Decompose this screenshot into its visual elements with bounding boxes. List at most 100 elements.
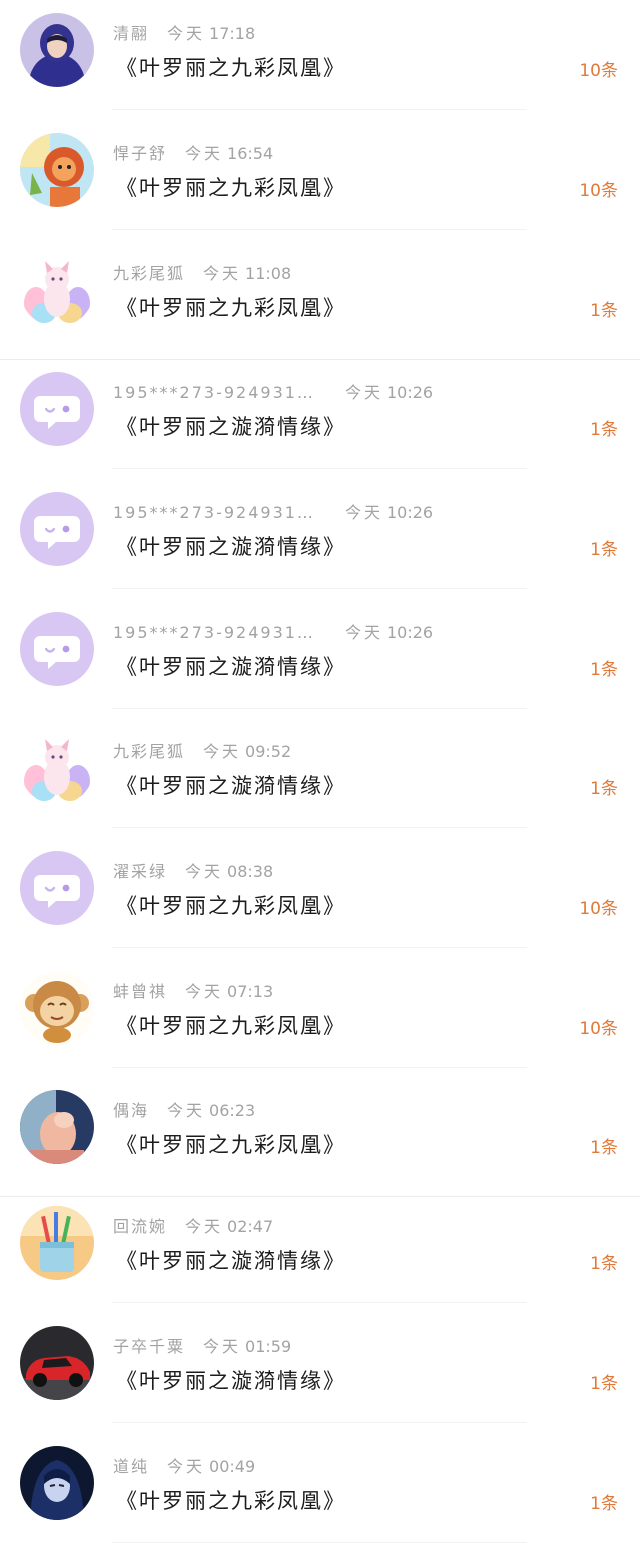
message-day: 今天 bbox=[344, 503, 383, 522]
message-count: 1条 bbox=[590, 779, 618, 799]
work-title[interactable]: 《叶罗丽之九彩凤凰》 bbox=[116, 890, 346, 920]
message-count: 10条 bbox=[579, 181, 618, 201]
message-count: 1条 bbox=[590, 660, 618, 680]
list-item[interactable]: 九彩尾狐 今天 11:08 《叶罗丽之九彩凤凰》 1条 bbox=[0, 240, 640, 360]
sender-name: 九彩尾狐 bbox=[113, 264, 186, 283]
list-item[interactable]: 195***273-924931… 今天 10:26 《叶罗丽之漩漪情缘》 1条 bbox=[0, 359, 640, 479]
work-title[interactable]: 《叶罗丽之九彩凤凰》 bbox=[116, 52, 346, 82]
message-day: 今天 bbox=[203, 1337, 242, 1356]
list-item[interactable]: 悍子舒 今天 16:54 《叶罗丽之九彩凤凰》 10条 bbox=[0, 120, 640, 240]
default-chat-bubble-avatar[interactable] bbox=[20, 851, 94, 925]
message-day: 今天 bbox=[185, 1217, 224, 1236]
default-chat-bubble-avatar[interactable] bbox=[20, 612, 94, 686]
work-title[interactable]: 《叶罗丽之漩漪情缘》 bbox=[116, 770, 346, 800]
message-count: 10条 bbox=[579, 1019, 618, 1039]
message-time: 10:26 bbox=[386, 503, 434, 522]
list-item[interactable]: 子卒千粟 今天 01:59 《叶罗丽之漩漪情缘》 1条 bbox=[0, 1313, 640, 1433]
message-day: 今天 bbox=[203, 742, 242, 761]
list-item[interactable]: 濯采绿 今天 08:38 《叶罗丽之九彩凤凰》 10条 bbox=[0, 838, 640, 958]
message-time: 11:08 bbox=[245, 264, 292, 283]
message-count: 1条 bbox=[590, 1138, 618, 1158]
hooded-person-avatar[interactable] bbox=[20, 13, 94, 87]
sender-name: 偶海 bbox=[113, 1101, 150, 1120]
row-divider bbox=[112, 468, 527, 469]
sender-name: 濯采绿 bbox=[113, 862, 168, 881]
work-title[interactable]: 《叶罗丽之漩漪情缘》 bbox=[116, 1245, 346, 1275]
message-count: 10条 bbox=[579, 61, 618, 81]
message-meta: 濯采绿 今天 08:38 bbox=[113, 858, 273, 882]
cartoon-lion-avatar[interactable] bbox=[20, 133, 94, 207]
sender-name: 九彩尾狐 bbox=[113, 742, 186, 761]
message-day: 今天 bbox=[344, 623, 383, 642]
work-title[interactable]: 《叶罗丽之漩漪情缘》 bbox=[116, 651, 346, 681]
pencil-cup-avatar[interactable] bbox=[20, 1206, 94, 1280]
list-item[interactable]: 回流婉 今天 02:47 《叶罗丽之漩漪情缘》 1条 bbox=[0, 1193, 640, 1313]
message-count: 1条 bbox=[590, 1254, 618, 1274]
sender-name: 195***273-924931… bbox=[113, 503, 315, 522]
work-title[interactable]: 《叶罗丽之九彩凤凰》 bbox=[116, 172, 346, 202]
work-title[interactable]: 《叶罗丽之九彩凤凰》 bbox=[116, 1485, 346, 1515]
message-day: 今天 bbox=[185, 862, 224, 881]
sender-name: 195***273-924931… bbox=[113, 383, 315, 402]
message-count: 1条 bbox=[590, 540, 618, 560]
row-divider bbox=[112, 109, 527, 110]
sender-name: 清翮 bbox=[113, 24, 150, 43]
photo-avatar[interactable] bbox=[20, 1090, 94, 1164]
message-time: 07:13 bbox=[227, 982, 274, 1001]
red-car-avatar[interactable] bbox=[20, 1326, 94, 1400]
message-time: 06:23 bbox=[209, 1101, 256, 1120]
row-divider bbox=[112, 588, 527, 589]
cartoon-monkey-avatar[interactable] bbox=[20, 971, 94, 1045]
message-count: 1条 bbox=[590, 1374, 618, 1394]
work-title[interactable]: 《叶罗丽之漩漪情缘》 bbox=[116, 1365, 346, 1395]
sender-name: 195***273-924931… bbox=[113, 623, 315, 642]
message-day: 今天 bbox=[167, 1457, 206, 1476]
message-day: 今天 bbox=[167, 24, 206, 43]
row-divider bbox=[112, 827, 527, 828]
work-title[interactable]: 《叶罗丽之九彩凤凰》 bbox=[116, 1129, 346, 1159]
row-divider bbox=[112, 229, 527, 230]
nine-tailed-fox-avatar[interactable] bbox=[20, 731, 94, 805]
message-list: 清翮 今天 17:18 《叶罗丽之九彩凤凰》 10条 悍子舒 今天 16:54 《叶罗丽… bbox=[0, 0, 640, 1543]
message-meta: 偶海 今天 06:23 bbox=[113, 1097, 255, 1121]
sender-name: 回流婉 bbox=[113, 1217, 168, 1236]
list-item[interactable]: 195***273-924931… 今天 10:26 《叶罗丽之漩漪情缘》 1条 bbox=[0, 479, 640, 599]
sender-name: 道纯 bbox=[113, 1457, 150, 1476]
message-meta: 道纯 今天 00:49 bbox=[113, 1453, 255, 1477]
message-count: 1条 bbox=[590, 420, 618, 440]
message-time: 08:38 bbox=[227, 862, 274, 881]
message-time: 16:54 bbox=[227, 144, 274, 163]
list-item[interactable]: 蚌曾祺 今天 07:13 《叶罗丽之九彩凤凰》 10条 bbox=[0, 958, 640, 1078]
list-item[interactable]: 九彩尾狐 今天 09:52 《叶罗丽之漩漪情缘》 1条 bbox=[0, 718, 640, 838]
list-item[interactable]: 道纯 今天 00:49 《叶罗丽之九彩凤凰》 1条 bbox=[0, 1433, 640, 1543]
message-time: 09:52 bbox=[245, 742, 292, 761]
message-meta: 195***273-924931… 今天 10:26 bbox=[113, 379, 433, 403]
message-time: 17:18 bbox=[209, 24, 256, 43]
message-meta: 蚌曾祺 今天 07:13 bbox=[113, 978, 273, 1002]
work-title[interactable]: 《叶罗丽之九彩凤凰》 bbox=[116, 1010, 346, 1040]
list-item[interactable]: 清翮 今天 17:18 《叶罗丽之九彩凤凰》 10条 bbox=[0, 0, 640, 120]
nine-tailed-fox-avatar[interactable] bbox=[20, 253, 94, 327]
anime-character-avatar[interactable] bbox=[20, 1446, 94, 1520]
list-item[interactable]: 偶海 今天 06:23 《叶罗丽之九彩凤凰》 1条 bbox=[0, 1077, 640, 1197]
message-day: 今天 bbox=[185, 982, 224, 1001]
message-time: 10:26 bbox=[386, 383, 434, 402]
default-chat-bubble-avatar[interactable] bbox=[20, 492, 94, 566]
message-meta: 清翮 今天 17:18 bbox=[113, 20, 255, 44]
sender-name: 蚌曾祺 bbox=[113, 982, 168, 1001]
row-divider bbox=[112, 947, 527, 948]
message-day: 今天 bbox=[203, 264, 242, 283]
message-time: 00:49 bbox=[209, 1457, 256, 1476]
message-meta: 回流婉 今天 02:47 bbox=[113, 1213, 273, 1237]
work-title[interactable]: 《叶罗丽之漩漪情缘》 bbox=[116, 531, 346, 561]
message-time: 01:59 bbox=[245, 1337, 292, 1356]
work-title[interactable]: 《叶罗丽之九彩凤凰》 bbox=[116, 292, 346, 322]
default-chat-bubble-avatar[interactable] bbox=[20, 372, 94, 446]
row-divider bbox=[112, 708, 527, 709]
work-title[interactable]: 《叶罗丽之漩漪情缘》 bbox=[116, 411, 346, 441]
sender-name: 悍子舒 bbox=[113, 144, 168, 163]
message-meta: 子卒千粟 今天 01:59 bbox=[113, 1333, 291, 1357]
list-item[interactable]: 195***273-924931… 今天 10:26 《叶罗丽之漩漪情缘》 1条 bbox=[0, 599, 640, 719]
message-day: 今天 bbox=[344, 383, 383, 402]
message-meta: 九彩尾狐 今天 11:08 bbox=[113, 260, 291, 284]
